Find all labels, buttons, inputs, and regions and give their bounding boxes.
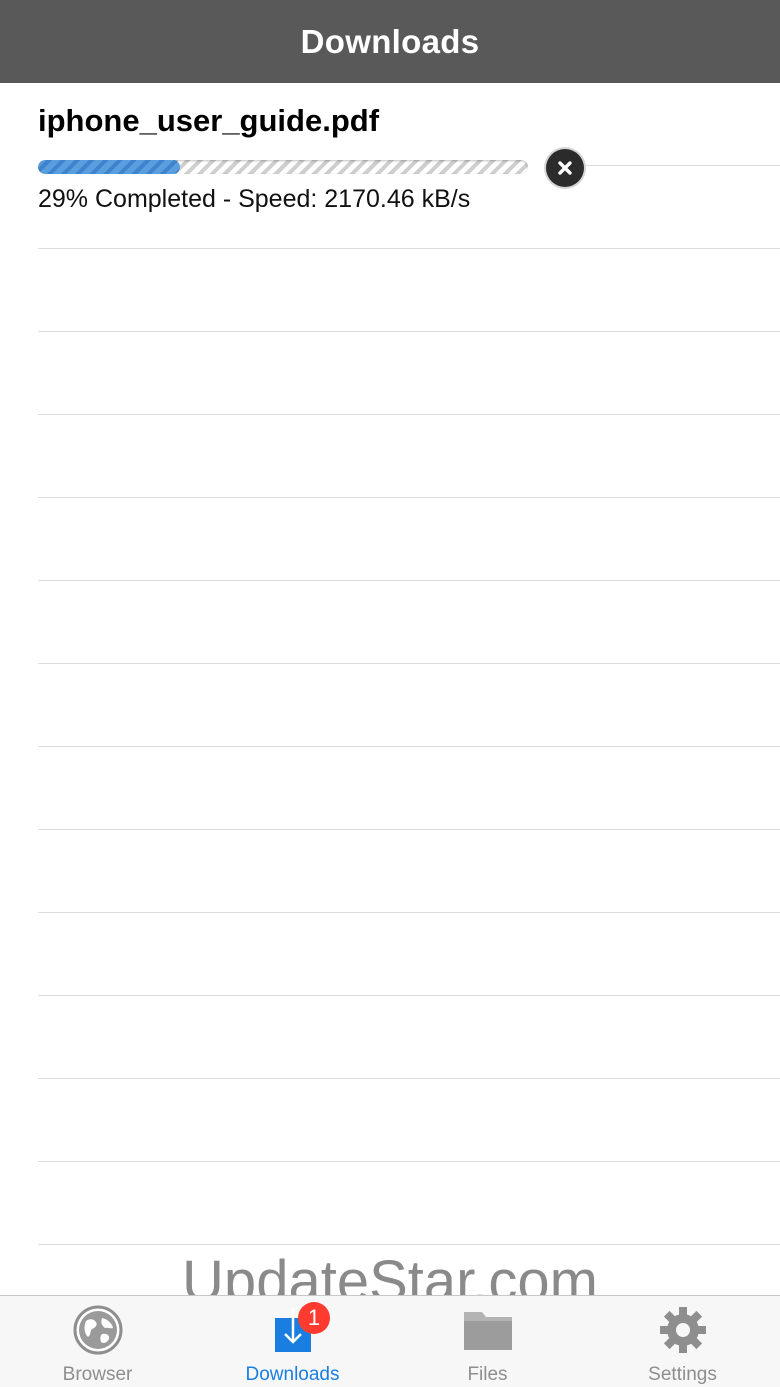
close-icon: [558, 161, 572, 175]
gear-icon: [660, 1307, 706, 1353]
row-divider: [38, 829, 780, 830]
row-divider: [585, 165, 780, 166]
downloads-screen: Downloads iphone_user_guide.pdf 29% Comp…: [0, 0, 780, 1387]
row-divider: [38, 580, 780, 581]
folder-icon: [464, 1312, 512, 1350]
tab-files[interactable]: Files: [390, 1296, 585, 1387]
row-divider: [38, 1244, 780, 1245]
download-status-text: 29% Completed - Speed: 2170.46 kB/s: [38, 185, 471, 213]
tab-label-browser: Browser: [62, 1364, 133, 1385]
row-divider: [38, 663, 780, 664]
tab-settings[interactable]: Settings: [585, 1296, 780, 1387]
row-divider: [38, 248, 780, 249]
download-file-name: iphone_user_guide.pdf: [38, 103, 380, 138]
row-divider: [38, 995, 780, 996]
row-divider: [38, 746, 780, 747]
tab-label-downloads: Downloads: [245, 1364, 340, 1385]
tab-label-files: Files: [467, 1364, 508, 1385]
tab-browser[interactable]: Browser: [0, 1296, 195, 1387]
downloads-count-badge: 1: [298, 1302, 330, 1334]
downloads-list[interactable]: iphone_user_guide.pdf 29% Completed - Sp…: [0, 83, 780, 1295]
cancel-download-button[interactable]: [546, 149, 584, 187]
globe-icon: [73, 1305, 123, 1355]
navigation-bar: Downloads: [0, 0, 780, 83]
row-divider: [38, 497, 780, 498]
row-divider: [38, 414, 780, 415]
download-progress-bar: [38, 160, 528, 174]
row-divider: [38, 331, 780, 332]
tab-downloads[interactable]: 1 Downloads: [195, 1296, 390, 1387]
row-divider: [38, 1078, 780, 1079]
tab-bar: Browser 1 Downloads Files Settings: [0, 1295, 780, 1387]
page-title: Downloads: [300, 22, 480, 60]
row-divider: [38, 912, 780, 913]
tab-label-settings: Settings: [648, 1364, 717, 1385]
row-divider: [38, 1161, 780, 1162]
download-progress-fill: [38, 160, 180, 174]
